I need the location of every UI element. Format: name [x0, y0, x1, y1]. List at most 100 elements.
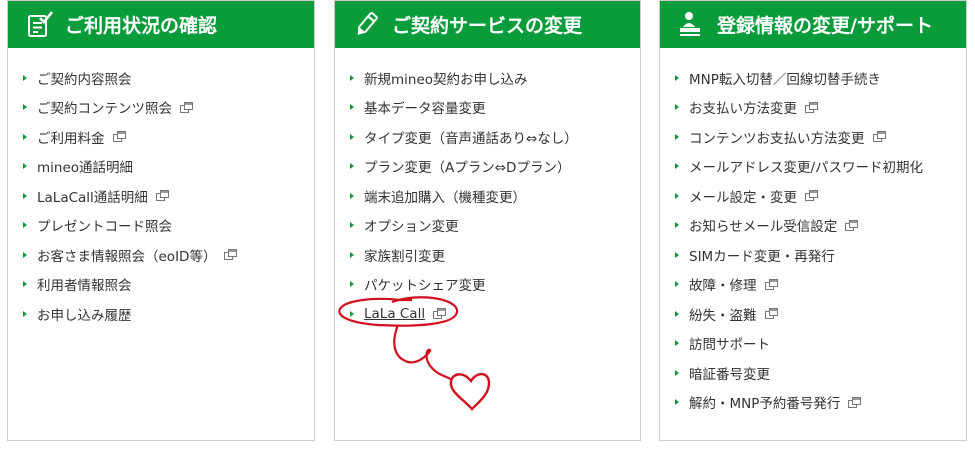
link-item[interactable]: お申し込み履歴: [37, 304, 132, 324]
bullet-arrow-icon: [23, 104, 27, 111]
list-item[interactable]: ご契約コンテンツ照会: [8, 93, 314, 123]
list-item[interactable]: 解約・MNP予約番号発行: [660, 388, 966, 418]
list-item[interactable]: メール設定・変更: [660, 181, 966, 211]
list-item[interactable]: プレゼントコード照会: [8, 211, 314, 241]
link-item[interactable]: 端末追加購入（機種変更）: [364, 186, 526, 206]
bullet-arrow-icon: [350, 133, 354, 140]
list-item[interactable]: プラン変更（Aプラン⇔Dプラン）: [335, 152, 640, 182]
list-item[interactable]: 基本データ容量変更: [335, 93, 640, 123]
person-desk-icon: [677, 11, 705, 39]
external-window-icon: [845, 219, 859, 231]
bullet-arrow-icon: [675, 133, 679, 140]
external-window-icon: [805, 101, 818, 113]
list-item[interactable]: お客さま情報照会（eoID等）: [8, 240, 314, 270]
bullet-arrow-icon: [350, 251, 354, 258]
link-item[interactable]: プレゼントコード照会: [37, 215, 172, 235]
link-a-d[interactable]: プラン変更（Aプラン⇔Dプラン）: [364, 156, 570, 176]
link-item[interactable]: ご契約コンテンツ照会: [37, 97, 172, 117]
link-item[interactable]: ご契約内容照会: [37, 68, 132, 88]
list-item[interactable]: LaLa Call: [335, 299, 640, 329]
bullet-arrow-icon: [23, 133, 27, 140]
external-window-icon: [805, 190, 818, 202]
panel-header: 登録情報の変更/サポート: [660, 1, 966, 48]
clipboard-check-icon: [25, 10, 53, 39]
bullet-arrow-icon: [23, 163, 27, 170]
external-window-icon: [433, 308, 447, 320]
bullet-arrow-icon: [350, 74, 354, 81]
link-item[interactable]: 家族割引変更: [364, 245, 445, 265]
link-item[interactable]: パケットシェア変更: [364, 274, 486, 294]
bullet-arrow-icon: [350, 310, 354, 317]
list-item[interactable]: 家族割引変更: [335, 240, 640, 270]
list-item[interactable]: ご利用料金: [8, 122, 314, 152]
link-item[interactable]: 訪問サポート: [689, 333, 770, 353]
list-item[interactable]: MNP転入切替／回線切替手続き: [660, 63, 966, 93]
list-item[interactable]: 故障・修理: [660, 270, 966, 300]
external-window-icon: [872, 131, 886, 143]
external-window-icon: [764, 308, 778, 320]
list-item[interactable]: 紛失・盗難: [660, 299, 966, 329]
list-item[interactable]: パケットシェア変更: [335, 270, 640, 300]
bullet-arrow-icon: [675, 340, 679, 347]
panel-service-change: ご契約サービスの変更 新規mineo契約お申し込み 基本データ容量変更タイプ変更（…: [334, 0, 641, 441]
panel-header: ご利用状況の確認: [8, 1, 314, 48]
list-item[interactable]: mineo通話明細: [8, 152, 314, 182]
link-item[interactable]: メールアドレス変更/パスワード初期化: [689, 156, 923, 176]
bullet-arrow-icon: [350, 192, 354, 199]
bullet-arrow-icon: [23, 222, 27, 229]
bullet-arrow-icon: [350, 163, 354, 170]
panel-title: 登録情報の変更/サポート: [717, 15, 933, 37]
link-list: 新規mineo契約お申し込み 基本データ容量変更タイプ変更（音声通話あり⇔なし） プ…: [335, 48, 640, 329]
link-mnp[interactable]: MNP転入切替／回線切替手続き: [689, 68, 881, 88]
list-item[interactable]: SIMカード変更・再発行: [660, 240, 966, 270]
panel-header: ご契約サービスの変更: [335, 1, 640, 48]
bullet-arrow-icon: [23, 74, 27, 81]
link-item[interactable]: タイプ変更（音声通話あり⇔なし）: [364, 127, 578, 147]
link-item[interactable]: 利用者情報照会: [37, 274, 132, 294]
bullet-arrow-icon: [675, 310, 679, 317]
bullet-arrow-icon: [350, 104, 354, 111]
bullet-arrow-icon: [675, 281, 679, 288]
bullet-arrow-icon: [350, 222, 354, 229]
bullet-arrow-icon: [675, 104, 679, 111]
link-item[interactable]: 紛失・盗難: [689, 304, 757, 324]
list-item[interactable]: コンテンツお支払い方法変更: [660, 122, 966, 152]
link-item[interactable]: お支払い方法変更: [689, 97, 797, 117]
link-mnp[interactable]: 解約・MNP予約番号発行: [689, 392, 840, 412]
link-mineo[interactable]: 新規mineo契約お申し込み: [364, 68, 528, 88]
link-lalacall[interactable]: LaLaCall通話明細: [37, 186, 148, 206]
panel-title: ご契約サービスの変更: [392, 15, 583, 37]
external-window-icon: [224, 249, 238, 261]
bullet-arrow-icon: [675, 399, 679, 406]
link-item[interactable]: コンテンツお支払い方法変更: [689, 127, 865, 147]
list-item[interactable]: ご契約内容照会: [8, 63, 314, 93]
link-sim[interactable]: SIMカード変更・再発行: [689, 245, 835, 265]
list-item[interactable]: 端末追加購入（機種変更）: [335, 181, 640, 211]
link-item[interactable]: オプション変更: [364, 215, 459, 235]
list-item[interactable]: タイプ変更（音声通話あり⇔なし）: [335, 122, 640, 152]
list-item[interactable]: お知らせメール受信設定: [660, 211, 966, 241]
external-window-icon: [848, 396, 862, 408]
link-item[interactable]: お知らせメール受信設定: [689, 215, 837, 235]
list-item[interactable]: LaLaCall通話明細: [8, 181, 314, 211]
link-item[interactable]: 基本データ容量変更: [364, 97, 486, 117]
list-item[interactable]: 新規mineo契約お申し込み: [335, 63, 640, 93]
link-lala-call[interactable]: LaLa Call: [364, 306, 425, 322]
list-item[interactable]: お支払い方法変更: [660, 93, 966, 123]
list-item[interactable]: メールアドレス変更/パスワード初期化: [660, 152, 966, 182]
bullet-arrow-icon: [675, 369, 679, 376]
list-item[interactable]: 利用者情報照会: [8, 270, 314, 300]
link-item[interactable]: 故障・修理: [689, 274, 757, 294]
link-item[interactable]: ご利用料金: [37, 127, 105, 147]
link-item[interactable]: メール設定・変更: [689, 186, 797, 206]
external-window-icon: [764, 278, 778, 290]
list-item[interactable]: オプション変更: [335, 211, 640, 241]
panel-registration-support: 登録情報の変更/サポート MNP転入切替／回線切替手続き お支払い方法変更コンテン…: [659, 0, 967, 441]
bullet-arrow-icon: [675, 192, 679, 199]
list-item[interactable]: 暗証番号変更: [660, 358, 966, 388]
link-item[interactable]: 暗証番号変更: [689, 363, 770, 383]
link-eoid[interactable]: お客さま情報照会（eoID等）: [37, 245, 216, 265]
list-item[interactable]: お申し込み履歴: [8, 299, 314, 329]
link-mineo[interactable]: mineo通話明細: [37, 156, 133, 176]
list-item[interactable]: 訪問サポート: [660, 329, 966, 359]
